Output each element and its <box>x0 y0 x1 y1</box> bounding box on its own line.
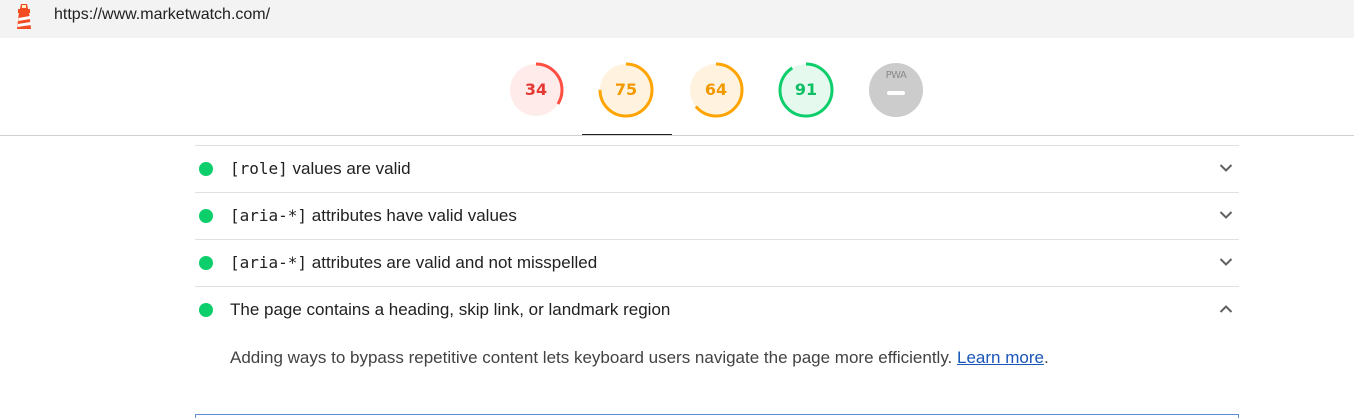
header-divider <box>0 135 1354 136</box>
report-header-bar: https://www.marketwatch.com/ <box>0 0 1354 38</box>
seo-score-value: 91 <box>794 80 818 99</box>
pass-status-icon <box>199 209 213 223</box>
pass-status-icon <box>199 256 213 270</box>
description-text: Adding ways to bypass repetitive content… <box>230 348 958 367</box>
report-url: https://www.marketwatch.com/ <box>54 6 271 23</box>
audit-list: [role] values are valid [aria-*] attribu… <box>195 145 1239 417</box>
audit-title: [aria-*] attributes are valid and not mi… <box>230 253 597 273</box>
pwa-dash-icon <box>887 91 905 95</box>
audit-text: attributes have valid values <box>307 206 517 225</box>
audit-item-aria-valid-values[interactable]: [aria-*] attributes have valid values <box>195 192 1239 239</box>
performance-score-value: 34 <box>524 80 548 99</box>
audit-code: [role] <box>230 159 288 178</box>
chevron-down-icon[interactable] <box>1219 163 1233 173</box>
pwa-badge-gauge[interactable]: PWA <box>868 62 924 118</box>
audit-item-aria-not-misspelled[interactable]: [aria-*] attributes are valid and not mi… <box>195 239 1239 286</box>
chevron-up-icon[interactable] <box>1219 304 1233 314</box>
audit-title: The page contains a heading, skip link, … <box>230 300 671 319</box>
best-practices-score-value: 64 <box>704 80 728 99</box>
performance-score-gauge[interactable]: 34 <box>508 62 564 118</box>
audit-description: Adding ways to bypass repetitive content… <box>230 348 1049 368</box>
best-practices-score-gauge[interactable]: 64 <box>688 62 744 118</box>
description-suffix: . <box>1043 348 1049 367</box>
audit-item-role-values[interactable]: [role] values are valid <box>195 145 1239 192</box>
next-section-border <box>195 414 1239 418</box>
audit-text: attributes are valid and not misspelled <box>307 253 598 272</box>
lighthouse-icon <box>17 4 31 29</box>
score-gauges-bar: 34 75 64 91 PWA <box>0 38 1354 136</box>
chevron-down-icon[interactable] <box>1219 257 1233 267</box>
pwa-label: PWA <box>885 70 907 81</box>
audit-title: [aria-*] attributes have valid values <box>230 206 517 226</box>
audit-code: [aria-*] <box>230 253 308 272</box>
chevron-down-icon[interactable] <box>1219 210 1233 220</box>
audit-code: [aria-*] <box>230 206 308 225</box>
pass-status-icon <box>199 162 213 176</box>
accessibility-score-value: 75 <box>614 80 638 99</box>
pass-status-icon <box>199 303 213 317</box>
accessibility-score-gauge[interactable]: 75 <box>598 62 654 118</box>
audit-text: values are valid <box>287 159 411 178</box>
audit-title: [role] values are valid <box>230 159 411 179</box>
seo-score-gauge[interactable]: 91 <box>778 62 834 118</box>
learn-more-link[interactable]: Learn more <box>957 348 1044 367</box>
